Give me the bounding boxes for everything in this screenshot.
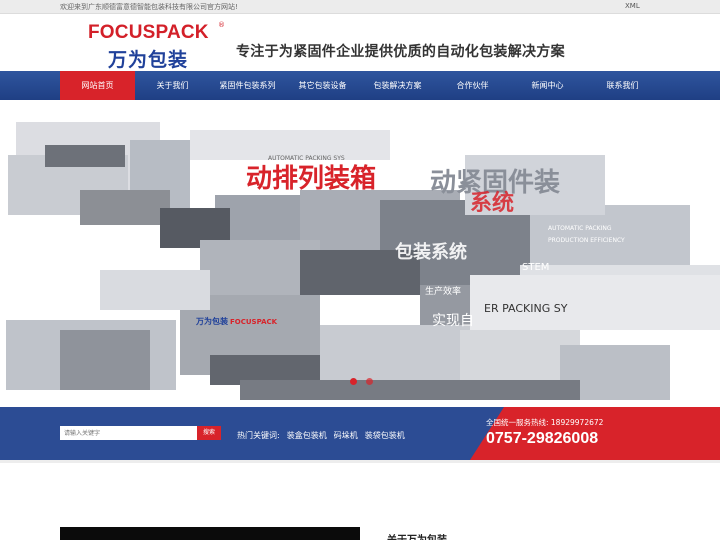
banner-headline: 系统 <box>470 191 515 216</box>
banner-caption: AUTOMATIC PACKING <box>548 225 612 232</box>
hotline-label: 全国统一服务热线: 18929972672 <box>486 418 604 427</box>
banner-logo-cn: 万为包装 <box>196 317 228 326</box>
nav-about[interactable]: 关于我们 <box>135 71 210 100</box>
hot-keywords-label: 热门关键词: <box>237 431 280 440</box>
main-nav: 网站首页 关于我们 紧固件包装系列 其它包装设备 包装解决方案 合作伙伴 新闻中… <box>0 71 720 100</box>
search-input[interactable] <box>60 426 197 440</box>
search-band: 搜索 热门关键词: 装盒包装机码垛机装袋包装机 全国统一服务热线: 1892997… <box>0 407 720 460</box>
nav-fastener-packaging[interactable]: 紧固件包装系列 <box>210 71 285 100</box>
nav-partners[interactable]: 合作伙伴 <box>435 71 510 100</box>
nav-solutions[interactable]: 包装解决方案 <box>360 71 435 100</box>
about-title: 关于万为包装 <box>387 531 447 540</box>
banner-caption: PRODUCTION EFFICIENCY <box>548 237 625 244</box>
banner-fragment <box>45 145 125 167</box>
banner-slideshow[interactable]: 动排列装箱 动紧固件装 系统 AUTOMATIC PACKING SYS AUT… <box>0 100 720 407</box>
registered-mark: ® <box>218 21 225 29</box>
banner-headline: 包装系统 <box>395 242 467 263</box>
slogan: 专注于为紧固件企业提供优质的自动化包装解决方案 <box>236 44 565 60</box>
xml-link[interactable]: XML <box>625 2 640 10</box>
keyword-link[interactable]: 码垛机 <box>334 431 358 440</box>
logo-english: FOCUSPACK <box>88 22 209 43</box>
nav-contact[interactable]: 联系我们 <box>585 71 660 100</box>
intro-video[interactable] <box>60 527 360 540</box>
hotline-number: 0757-29826008 <box>486 430 599 447</box>
banner-logo-en: FOCUSPACK <box>230 318 278 326</box>
banner-caption: 生产效率 <box>425 287 462 297</box>
banner-headline: 动排列装箱 <box>246 164 377 194</box>
top-bar: 欢迎来到广东顺德富意德智能包装科技有限公司官方网站! XML <box>0 0 720 14</box>
banner-fragment <box>100 270 210 310</box>
banner-fragment <box>80 190 170 225</box>
nav-other-equipment[interactable]: 其它包装设备 <box>285 71 360 100</box>
keyword-link[interactable]: 装盒包装机 <box>287 431 327 440</box>
nav-home[interactable]: 网站首页 <box>60 71 135 100</box>
banner-headline: 实现自 <box>432 313 474 329</box>
hot-keywords: 热门关键词: 装盒包装机 码垛机 装袋包装机 <box>237 430 405 441</box>
divider <box>0 460 720 463</box>
search-button[interactable]: 搜索 <box>197 426 221 440</box>
welcome-text: 欢迎来到广东顺德富意德智能包装科技有限公司官方网站! <box>60 3 238 11</box>
site-header: FOCUSPACK ® 万为包装 专注于为紧固件企业提供优质的自动化包装解决方案 <box>0 14 720 71</box>
banner-caption: AUTOMATIC PACKING SYS <box>268 155 345 162</box>
banner-fragment <box>60 330 150 390</box>
banner-caption: ER PACKING SY <box>484 302 568 315</box>
banner-caption: STEM <box>522 262 550 273</box>
slide-dot[interactable] <box>366 378 373 385</box>
banner-fragment <box>320 325 470 385</box>
slide-dot[interactable] <box>350 378 357 385</box>
keyword-link[interactable]: 装袋包装机 <box>365 431 405 440</box>
nav-news[interactable]: 新闻中心 <box>510 71 585 100</box>
site-logo[interactable]: FOCUSPACK ® 万为包装 <box>86 20 226 71</box>
logo-chinese: 万为包装 <box>108 49 189 71</box>
banner-fragment <box>240 380 580 400</box>
